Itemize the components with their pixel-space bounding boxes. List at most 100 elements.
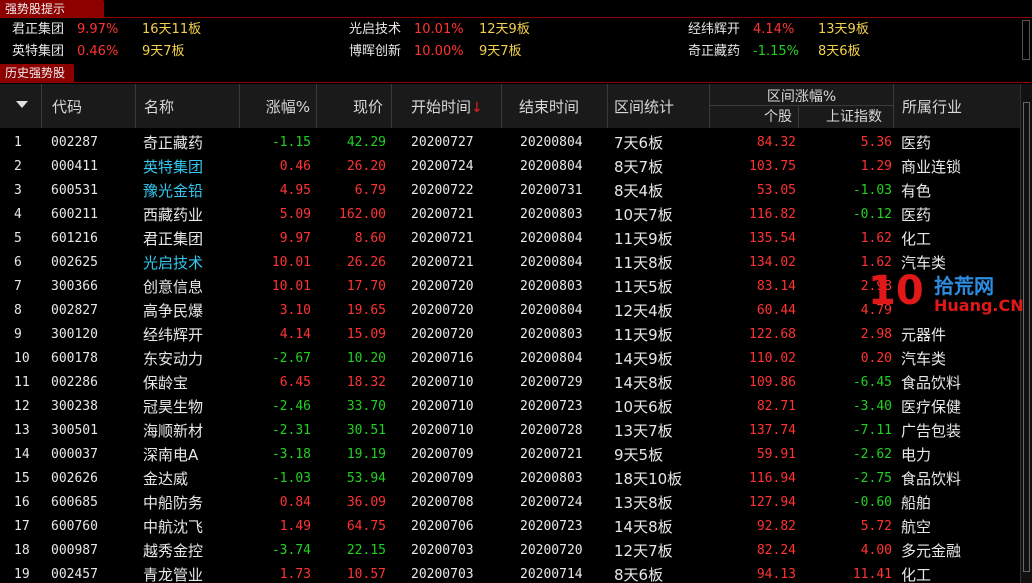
cell-code: 000411 — [51, 159, 98, 174]
cell-end: 20200804 — [520, 351, 583, 366]
summary-item[interactable]: 君正集团 9.97% 16天11板 — [12, 19, 332, 40]
summary-item[interactable]: 英特集团 0.46% 9天7板 — [12, 41, 332, 62]
cell-name: 中航沈飞 — [143, 518, 204, 536]
cell-stat: 10天7板 — [614, 206, 673, 224]
tab-strong-stock-alert[interactable]: 强势股提示 — [0, 0, 104, 18]
cell-gain: 82.24 — [756, 543, 796, 558]
cell-end: 20200803 — [520, 279, 583, 294]
summary-item[interactable]: 光启技术 10.01% 12天9板 — [349, 19, 669, 40]
header-interval-stats[interactable]: 区间统计 — [608, 84, 710, 128]
cell-name: 英特集团 — [143, 158, 204, 176]
cell-gain: 84.32 — [756, 135, 796, 150]
cell-industry: 商业连锁 — [901, 158, 962, 176]
table-row[interactable]: 19 002457 青龙管业 1.73 10.57 20200703 20200714 8天6… — [0, 563, 1020, 583]
cell-gain: 116.94 — [749, 471, 796, 486]
cell-idx: 14 — [14, 447, 30, 462]
cell-code: 000987 — [51, 543, 98, 558]
cell-pct: 3.10 — [279, 303, 311, 318]
cell-index: -3.40 — [852, 399, 892, 414]
table-row[interactable]: 8 002827 高争民爆 3.10 19.65 20200720 20200804 12天4… — [0, 299, 1020, 323]
header-range-gain[interactable]: 区间涨幅% 个股 上证指数 — [710, 84, 894, 128]
table-row[interactable]: 11 002286 保龄宝 6.45 18.32 20200710 20200729 14天8… — [0, 371, 1020, 395]
tab-history-strong-stock[interactable]: 历史强势股 — [0, 64, 74, 82]
cell-gain: 92.82 — [756, 519, 796, 534]
cell-index: 2.98 — [860, 327, 892, 342]
table-row[interactable]: 7 300366 创意信息 10.01 17.70 20200720 20200803 11天… — [0, 275, 1020, 299]
header-pct[interactable]: 涨幅% — [240, 84, 317, 128]
header-name[interactable]: 名称 — [136, 84, 240, 128]
table-header: 代码 名称 涨幅% 现价 开始时间↓ 结束时间 区间统计 区间涨幅% 个股 上证… — [0, 84, 1020, 128]
cell-stat: 8天4板 — [614, 182, 664, 200]
cell-idx: 1 — [14, 135, 22, 150]
table-row[interactable]: 10 600178 东安动力 -2.67 10.20 20200716 20200804 14… — [0, 347, 1020, 371]
cell-price: 64.75 — [346, 519, 386, 534]
table-row[interactable]: 18 000987 越秀金控 -3.74 22.15 20200703 20200720 12… — [0, 539, 1020, 563]
header-index-gain[interactable]: 上证指数 — [826, 106, 882, 128]
cell-index: -1.03 — [852, 183, 892, 198]
cell-gain: 110.02 — [749, 351, 796, 366]
cell-price: 30.51 — [346, 423, 386, 438]
summary-name: 经纬辉开 — [688, 22, 741, 37]
summary-name: 英特集团 — [12, 44, 65, 59]
cell-gain: 82.71 — [756, 399, 796, 414]
summary-item[interactable]: 博晖创新 10.00% 9天7板 — [349, 41, 669, 62]
header-stock-gain[interactable]: 个股 — [764, 106, 792, 128]
cell-pct: -1.15 — [271, 135, 311, 150]
cell-idx: 11 — [14, 375, 30, 390]
header-code-label: 代码 — [52, 98, 83, 116]
cell-stat: 9天5板 — [614, 446, 664, 464]
cell-idx: 19 — [14, 567, 30, 582]
table-row[interactable]: 1 002287 奇正藏药 -1.15 42.29 20200727 20200804 7天6… — [0, 131, 1020, 155]
table-row[interactable]: 13 300501 海顺新材 -2.31 30.51 20200710 20200728 13… — [0, 419, 1020, 443]
cell-end: 20200804 — [520, 135, 583, 150]
column-menu-button[interactable] — [0, 84, 42, 128]
cell-industry: 食品饮料 — [901, 470, 962, 488]
scrollbar-thumb[interactable] — [1023, 102, 1030, 572]
header-start-label: 开始时间↓ — [411, 96, 483, 117]
header-name-label: 名称 — [144, 98, 175, 116]
summary-pct: 4.14% — [753, 22, 795, 37]
summary-pct: 10.01% — [414, 22, 464, 37]
cell-name: 创意信息 — [143, 278, 204, 296]
header-code[interactable]: 代码 — [42, 84, 136, 128]
header-end-time[interactable]: 结束时间 — [502, 84, 608, 128]
cell-gain: 135.54 — [749, 231, 796, 246]
header-industry[interactable]: 所属行业 — [894, 84, 1020, 128]
cell-idx: 7 — [14, 279, 22, 294]
summary-scrollbar[interactable] — [1022, 20, 1030, 60]
table-row[interactable]: 15 002626 金达威 -1.03 53.94 20200709 20200803 18天… — [0, 467, 1020, 491]
cell-name: 西藏药业 — [143, 206, 204, 224]
summary-item[interactable]: 经纬辉开 4.14% 13天9板 — [688, 19, 1008, 40]
table-row[interactable]: 16 600685 中船防务 0.84 36.09 20200708 20200724 13天… — [0, 491, 1020, 515]
table-scrollbar[interactable] — [1020, 84, 1032, 583]
summary-column: 经纬辉开 4.14% 13天9板 奇正藏药 -1.15% 8天6板 — [688, 18, 1008, 64]
cell-price: 19.19 — [346, 447, 386, 462]
header-start-time[interactable]: 开始时间↓ — [392, 84, 502, 128]
cell-idx: 3 — [14, 183, 22, 198]
cell-gain: 83.14 — [756, 279, 796, 294]
table-row[interactable]: 9 300120 经纬辉开 4.14 15.09 20200720 20200803 11天9… — [0, 323, 1020, 347]
header-price[interactable]: 现价 — [317, 84, 392, 128]
cell-price: 17.70 — [346, 279, 386, 294]
table-row[interactable]: 3 600531 豫光金铅 4.95 6.79 20200722 20200731 8天4板 5… — [0, 179, 1020, 203]
header-pct-label: 涨幅% — [265, 98, 310, 116]
dropdown-triangle-icon — [16, 101, 28, 108]
cell-pct: 0.84 — [279, 495, 311, 510]
summary-item[interactable]: 奇正藏药 -1.15% 8天6板 — [688, 41, 1008, 62]
watermark-cn: 拾荒网 — [934, 274, 994, 298]
table-row[interactable]: 6 002625 光启技术 10.01 26.26 20200721 20200804 11天… — [0, 251, 1020, 275]
table-row[interactable]: 12 300238 冠昊生物 -2.46 33.70 20200710 20200723 10… — [0, 395, 1020, 419]
summary-boards: 9天7板 — [142, 44, 185, 59]
summary-name: 君正集团 — [12, 22, 65, 37]
table-row[interactable]: 4 600211 西藏药业 5.09 162.00 20200721 20200803 10天… — [0, 203, 1020, 227]
table-row[interactable]: 14 000037 深南电A -3.18 19.19 20200709 20200721 9天… — [0, 443, 1020, 467]
cell-name: 深南电A — [143, 446, 199, 464]
table-row[interactable]: 5 601216 君正集团 9.97 8.60 20200721 20200804 11天9板… — [0, 227, 1020, 251]
cell-price: 26.26 — [346, 255, 386, 270]
table-row[interactable]: 17 600760 中航沈飞 1.49 64.75 20200706 20200723 14天… — [0, 515, 1020, 539]
header-stat-label: 区间统计 — [614, 98, 675, 116]
table-row[interactable]: 2 000411 英特集团 0.46 26.20 20200724 20200804 8天7板… — [0, 155, 1020, 179]
cell-industry: 广告包装 — [901, 422, 962, 440]
cell-idx: 4 — [14, 207, 22, 222]
cell-code: 600531 — [51, 183, 98, 198]
